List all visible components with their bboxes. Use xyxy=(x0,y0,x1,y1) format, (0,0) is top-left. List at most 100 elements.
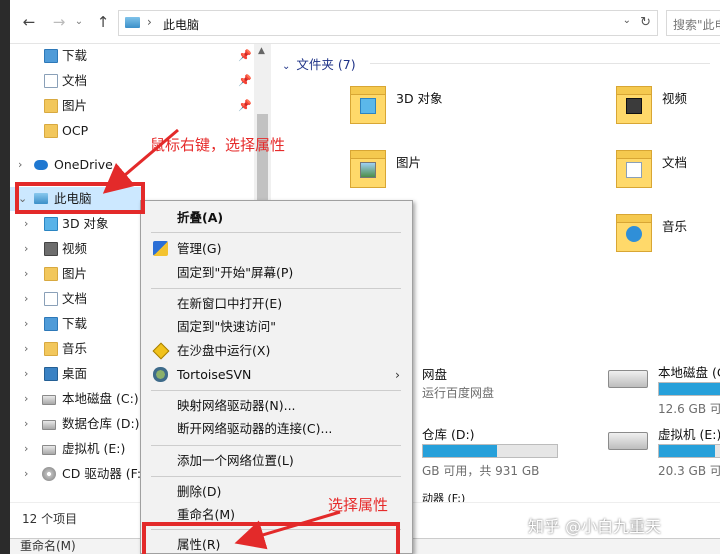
drive-usage-bar xyxy=(658,444,720,458)
chevron-down-icon[interactable]: ⌄ xyxy=(282,61,290,72)
chevron-right-icon[interactable]: › xyxy=(24,387,34,411)
documents-folder-icon xyxy=(616,146,652,190)
menu-item-add-network-location[interactable]: 添加一个网络位置(L) xyxy=(143,449,410,472)
recent-locations-icon[interactable]: ⌄ xyxy=(70,13,88,31)
folder-label: 3D 对象 xyxy=(396,91,443,106)
menu-item-label: 在沙盘中运行(X) xyxy=(177,343,271,358)
breadcrumb-this-pc[interactable]: 此电脑 xyxy=(163,16,199,33)
nav-item-label: 下载 xyxy=(62,48,88,63)
folders-group-header[interactable]: ⌄ 文件夹 (7) xyxy=(282,54,710,73)
menu-item-disconnect-drive[interactable]: 断开网络驱动器的连接(C)... xyxy=(143,417,410,440)
highlight-box-properties xyxy=(142,522,400,554)
folder-tile-music[interactable]: 音乐 xyxy=(616,210,716,270)
folder-label: 文档 xyxy=(662,155,688,170)
chevron-right-icon[interactable]: › xyxy=(24,337,34,361)
drive-name: 仓库 (D:) xyxy=(422,427,475,442)
menu-item-label: 固定到"开始"屏幕(P) xyxy=(177,265,294,280)
underlying-menu-text: 重命名(M) xyxy=(20,539,76,553)
drive-tile-e[interactable]: 虚拟机 (E:) 20.3 GB 可用 xyxy=(608,424,720,480)
menu-item-open-new-window[interactable]: 在新窗口中打开(E) xyxy=(143,292,410,315)
highlight-box-this-pc xyxy=(15,182,145,214)
address-row: ← → ⌄ ↑ › 此电脑 ⌄ ↻ 搜索"此电脑" xyxy=(10,0,720,44)
annotation-select-properties: 选择属性 xyxy=(328,496,389,514)
menu-item-manage[interactable]: 管理(G) xyxy=(143,237,410,260)
chevron-right-icon[interactable]: › xyxy=(18,153,28,177)
chevron-right-icon[interactable]: › xyxy=(24,362,34,386)
forward-icon[interactable]: → xyxy=(50,13,68,31)
document-icon xyxy=(44,74,58,88)
menu-item-label: 断开网络驱动器的连接(C)... xyxy=(177,421,333,436)
pictures-folder-icon xyxy=(350,146,386,190)
music-icon xyxy=(44,342,58,356)
chevron-right-icon[interactable]: › xyxy=(24,212,34,236)
menu-item-label: 固定到"快速访问" xyxy=(177,319,276,334)
menu-item-label: 添加一个网络位置(L) xyxy=(177,453,294,468)
up-icon[interactable]: ↑ xyxy=(94,13,112,31)
menu-separator xyxy=(151,390,401,391)
3d-objects-folder-icon xyxy=(350,82,386,126)
nav-item-downloads[interactable]: 下载 📌 xyxy=(10,44,254,68)
chevron-right-icon[interactable]: › xyxy=(24,237,34,261)
chevron-right-icon[interactable]: › xyxy=(24,437,34,461)
folder-tile-3d-objects[interactable]: 3D 对象 xyxy=(350,82,490,142)
drive-icon xyxy=(608,432,648,450)
music-folder-icon xyxy=(616,210,652,254)
chevron-right-icon[interactable]: › xyxy=(24,312,34,336)
menu-item-label: 映射网络驱动器(N)... xyxy=(177,398,296,413)
folder-label: 音乐 xyxy=(662,219,688,234)
pin-icon[interactable]: 📌 xyxy=(238,44,252,68)
nav-item-label: 视频 xyxy=(62,241,88,256)
nav-item-label: 图片 xyxy=(62,266,88,281)
folder-tile-documents[interactable]: 文档 xyxy=(616,146,716,206)
drive-name: 本地磁盘 (C xyxy=(658,365,720,380)
chevron-right-icon[interactable]: › xyxy=(24,262,34,286)
nav-item-pictures[interactable]: 图片 📌 xyxy=(10,94,254,118)
drive-icon xyxy=(42,395,56,405)
nav-item-onedrive[interactable]: › OneDrive xyxy=(10,153,254,177)
menu-item-collapse[interactable]: 折叠(A) xyxy=(143,206,410,229)
back-icon[interactable]: ← xyxy=(20,13,38,31)
drive-name: 网盘 xyxy=(422,367,448,382)
scroll-up-icon[interactable]: ▲ xyxy=(258,46,265,56)
refresh-icon[interactable]: ↻ xyxy=(640,15,651,30)
folder-tile-pictures[interactable]: 图片 xyxy=(350,146,490,206)
pin-icon[interactable]: 📌 xyxy=(238,69,252,93)
nav-item-label: 音乐 xyxy=(62,341,88,356)
nav-item-label: OneDrive xyxy=(54,157,113,172)
drive-icon xyxy=(42,445,56,455)
menu-separator xyxy=(151,288,401,289)
drive-usage-bar xyxy=(658,382,720,396)
address-bar[interactable]: › 此电脑 ⌄ ↻ xyxy=(118,10,658,36)
item-count: 12 个项目 xyxy=(22,512,78,526)
drive-subtitle: 20.3 GB 可用 xyxy=(658,464,720,478)
submenu-arrow-icon: › xyxy=(395,367,400,382)
menu-item-tortoisesvn[interactable]: TortoiseSVN › xyxy=(143,363,410,386)
chevron-down-icon[interactable]: ⌄ xyxy=(623,15,631,26)
nav-item-label: 文档 xyxy=(62,73,88,88)
chevron-right-icon[interactable]: › xyxy=(24,287,34,311)
search-input[interactable]: 搜索"此电脑" xyxy=(666,10,720,36)
tortoise-icon xyxy=(153,367,168,382)
menu-item-label: TortoiseSVN xyxy=(177,367,252,382)
menu-item-map-drive[interactable]: 映射网络驱动器(N)... xyxy=(143,394,410,417)
chevron-right-icon[interactable]: › xyxy=(24,462,34,486)
chevron-right-icon[interactable]: › xyxy=(24,412,34,436)
drive-subtitle: GB 可用，共 931 GB xyxy=(422,464,540,478)
drive-tile-c[interactable]: 本地磁盘 (C 12.6 GB 可用 xyxy=(608,362,720,418)
folder-tile-videos[interactable]: 视频 xyxy=(616,82,716,142)
menu-item-pin-start[interactable]: 固定到"开始"屏幕(P) xyxy=(143,261,410,284)
group-title: 文件夹 (7) xyxy=(296,57,356,72)
menu-item-pin-quick-access[interactable]: 固定到"快速访问" xyxy=(143,315,410,338)
pin-icon[interactable]: 📌 xyxy=(238,94,252,118)
pictures-icon xyxy=(44,99,58,113)
drive-icon xyxy=(608,370,648,388)
folder-label: 图片 xyxy=(396,155,422,170)
nav-item-label: 虚拟机 (E:) xyxy=(62,441,126,456)
breadcrumb-separator-icon: › xyxy=(147,15,152,29)
nav-item-documents[interactable]: 文档 📌 xyxy=(10,69,254,93)
menu-item-sandbox[interactable]: 在沙盘中运行(X) xyxy=(143,339,410,362)
nav-item-label: OCP xyxy=(62,123,89,138)
window-edge xyxy=(0,0,10,554)
menu-item-label: 删除(D) xyxy=(177,484,222,499)
annotation-right-click: 鼠标右键，选择属性 xyxy=(150,136,286,154)
